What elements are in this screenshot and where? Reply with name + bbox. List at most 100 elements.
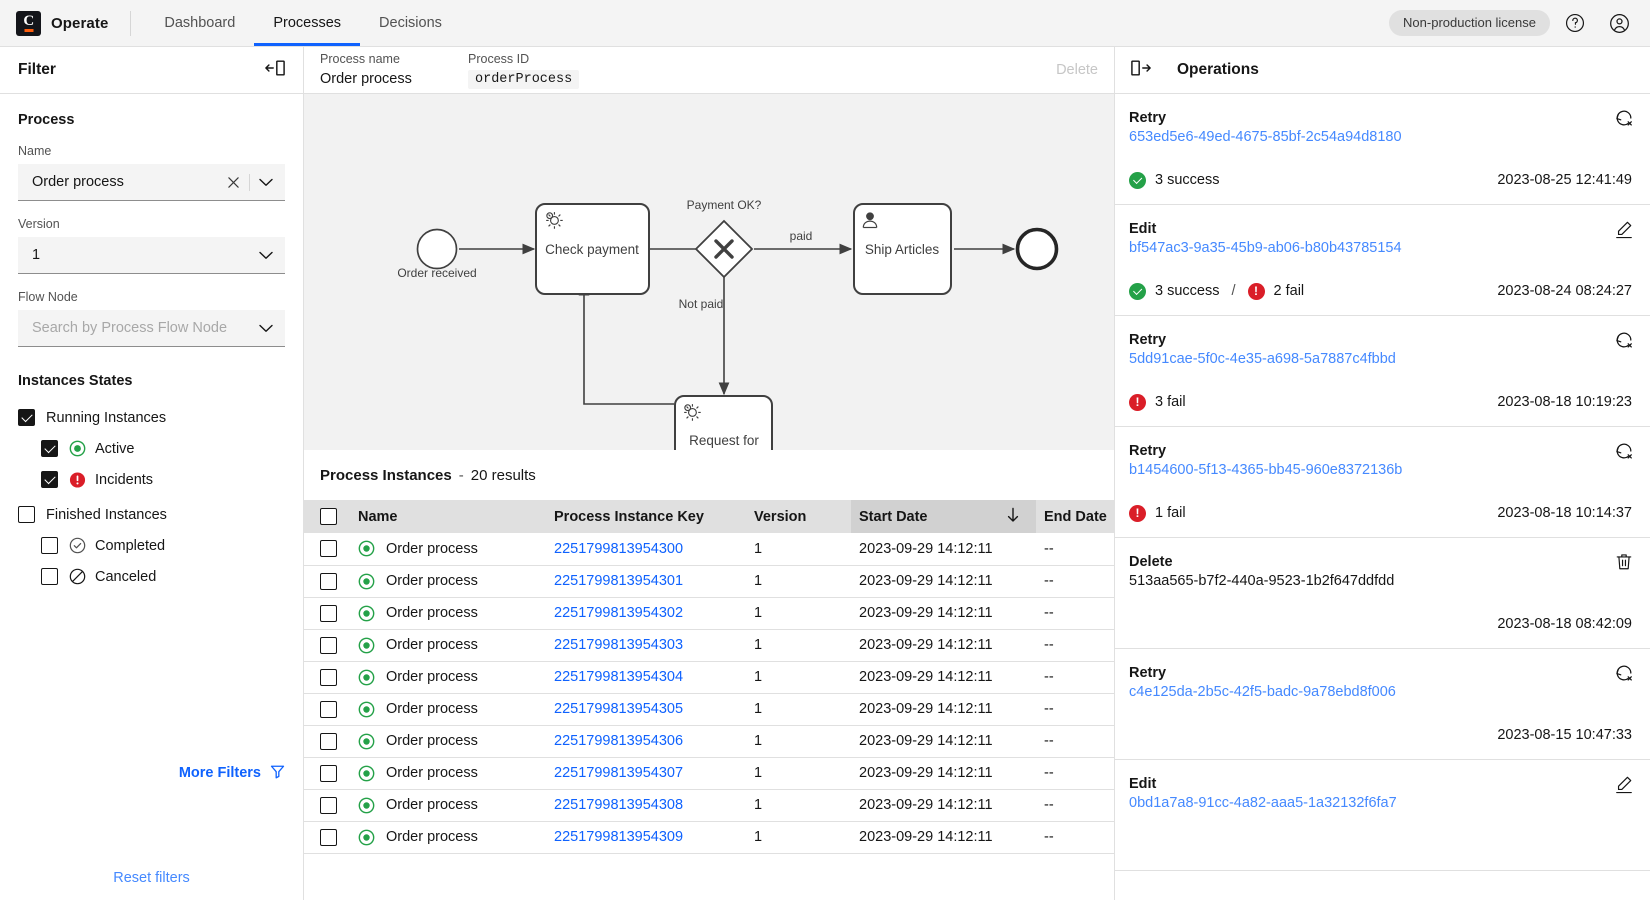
fail-label: 1 fail — [1155, 505, 1186, 521]
process-instance-key-link[interactable]: 2251799813954300 — [554, 541, 683, 557]
nav-item-decisions[interactable]: Decisions — [360, 0, 461, 46]
table-row[interactable]: Order process225179981395430712023-09-29… — [304, 757, 1114, 789]
edit-icon[interactable] — [1614, 219, 1634, 244]
checkbox-box[interactable] — [41, 471, 58, 488]
table-row[interactable]: Order process225179981395430812023-09-29… — [304, 789, 1114, 821]
process-instance-key-link[interactable]: 2251799813954306 — [554, 733, 683, 749]
operation-id[interactable]: c4e125da-2b5c-42f5-badc-9a78ebd8f006 — [1129, 684, 1632, 700]
cell-name: Order process — [350, 693, 546, 725]
operation-item[interactable]: Retryb1454600-5f13-4365-bb45-960e8372136… — [1115, 427, 1650, 538]
operations-list[interactable]: Retry653ed5e6-49ed-4675-85bf-2c54a94d818… — [1115, 94, 1650, 900]
row-select-cell — [304, 565, 350, 597]
clear-icon[interactable] — [222, 176, 244, 189]
delete-process-button[interactable]: Delete — [1056, 62, 1098, 78]
retry-icon[interactable] — [1614, 663, 1634, 688]
column-header-name[interactable]: Name — [350, 500, 546, 533]
operation-item[interactable]: Delete513aa565-b7f2-440a-9523-1b2f647ddf… — [1115, 538, 1650, 649]
row-checkbox[interactable] — [320, 573, 337, 590]
row-checkbox[interactable] — [320, 637, 337, 654]
row-checkbox[interactable] — [320, 765, 337, 782]
process-instance-key-link[interactable]: 2251799813954309 — [554, 829, 683, 845]
process-instance-key-link[interactable]: 2251799813954302 — [554, 605, 683, 621]
panel-collapse-icon[interactable] — [263, 58, 287, 83]
active-icon — [358, 797, 375, 814]
chevron-down-icon[interactable] — [255, 178, 277, 187]
cell-end-date: -- — [1036, 725, 1114, 757]
checkbox-incidents[interactable]: Incidents — [18, 465, 285, 494]
checkbox-box[interactable] — [41, 537, 58, 554]
operation-id[interactable]: b1454600-5f13-4365-bb45-960e8372136b — [1129, 462, 1632, 478]
row-checkbox[interactable] — [320, 540, 337, 557]
process-instance-key-link[interactable]: 2251799813954303 — [554, 637, 683, 653]
row-checkbox[interactable] — [320, 669, 337, 686]
column-header-process-instance-key[interactable]: Process Instance Key — [546, 500, 746, 533]
edit-icon[interactable] — [1614, 774, 1634, 799]
checkbox-finished-instances[interactable]: Finished Instances — [18, 500, 285, 529]
operation-item[interactable]: Editbf547ac3-9a35-45b9-ab06-b80b43785154… — [1115, 205, 1650, 316]
column-header-version[interactable]: Version — [746, 500, 851, 533]
help-icon[interactable] — [1556, 4, 1594, 42]
table-row[interactable]: Order process225179981395430912023-09-29… — [304, 821, 1114, 853]
process-instance-key-link[interactable]: 2251799813954307 — [554, 765, 683, 781]
chevron-down-icon[interactable] — [255, 324, 277, 333]
retry-icon[interactable] — [1614, 330, 1634, 355]
operation-id[interactable]: bf547ac3-9a35-45b9-ab06-b80b43785154 — [1129, 240, 1632, 256]
row-checkbox[interactable] — [320, 733, 337, 750]
chevron-down-icon[interactable] — [255, 251, 277, 260]
row-checkbox[interactable] — [320, 605, 337, 622]
active-icon — [358, 637, 375, 654]
checkbox-running-instances[interactable]: Running Instances — [18, 403, 285, 432]
panel-expand-icon[interactable] — [1129, 58, 1153, 83]
select-all-checkbox[interactable] — [320, 508, 337, 525]
operation-item[interactable]: Edit0bd1a7a8-91cc-4a82-aaa5-1a32132f6fa7 — [1115, 760, 1650, 871]
bpmn-canvas[interactable]: Order received Check payment Payment O — [304, 94, 1114, 450]
row-name-label: Order process — [386, 829, 478, 845]
operation-item[interactable]: Retry653ed5e6-49ed-4675-85bf-2c54a94d818… — [1115, 94, 1650, 205]
checkbox-box[interactable] — [41, 440, 58, 457]
flow-node-combobox[interactable]: Search by Process Flow Node — [18, 310, 285, 347]
table-row[interactable]: Order process225179981395430212023-09-29… — [304, 597, 1114, 629]
checkbox-box[interactable] — [18, 409, 35, 426]
nav-item-dashboard[interactable]: Dashboard — [145, 0, 254, 46]
row-checkbox[interactable] — [320, 797, 337, 814]
cell-end-date: -- — [1036, 757, 1114, 789]
table-row[interactable]: Order process225179981395430512023-09-29… — [304, 693, 1114, 725]
operation-fail-status: !3 fail — [1129, 394, 1186, 411]
more-filters-button[interactable]: More Filters — [179, 646, 285, 900]
checkbox-completed[interactable]: Completed — [18, 531, 285, 560]
operation-item[interactable]: Retry5dd91cae-5f0c-4e35-a698-5a7887c4fbb… — [1115, 316, 1650, 427]
checkbox-box[interactable] — [18, 506, 35, 523]
row-checkbox[interactable] — [320, 701, 337, 718]
retry-icon[interactable] — [1614, 108, 1634, 133]
table-row[interactable]: Order process225179981395430312023-09-29… — [304, 629, 1114, 661]
user-avatar-icon[interactable] — [1600, 4, 1638, 42]
nav-item-processes[interactable]: Processes — [254, 0, 360, 46]
checkbox-box[interactable] — [41, 568, 58, 585]
operation-id[interactable]: 653ed5e6-49ed-4675-85bf-2c54a94d8180 — [1129, 129, 1632, 145]
table-row[interactable]: Order process225179981395430112023-09-29… — [304, 565, 1114, 597]
reset-filters-button[interactable]: Reset filters — [0, 870, 303, 886]
column-header-start-date[interactable]: Start Date — [851, 500, 1036, 533]
retry-icon[interactable] — [1614, 441, 1634, 466]
operation-item[interactable]: Retryc4e125da-2b5c-42f5-badc-9a78ebd8f00… — [1115, 649, 1650, 760]
process-instance-key-link[interactable]: 2251799813954308 — [554, 797, 683, 813]
process-instance-key-link[interactable]: 2251799813954301 — [554, 573, 683, 589]
table-row[interactable]: Order process225179981395430412023-09-29… — [304, 661, 1114, 693]
operation-id[interactable]: 5dd91cae-5f0c-4e35-a698-5a7887c4fbbd — [1129, 351, 1632, 367]
process-name-combobox[interactable]: Order process — [18, 164, 285, 201]
checkbox-canceled[interactable]: Canceled — [18, 562, 285, 591]
checkbox-active[interactable]: Active — [18, 434, 285, 463]
column-header-end-date[interactable]: End Date — [1036, 500, 1114, 533]
table-row[interactable]: Order process225179981395430612023-09-29… — [304, 725, 1114, 757]
process-name-label: Process name — [320, 51, 450, 68]
filter-body: Process Name Order process — [0, 94, 303, 900]
brand[interactable]: C Operate — [16, 11, 130, 36]
row-checkbox[interactable] — [320, 829, 337, 846]
brand-name: Operate — [51, 15, 108, 32]
table-row[interactable]: Order process225179981395430012023-09-29… — [304, 533, 1114, 565]
version-combobox[interactable]: 1 — [18, 237, 285, 274]
process-instance-key-link[interactable]: 2251799813954305 — [554, 701, 683, 717]
operation-id[interactable]: 0bd1a7a8-91cc-4a82-aaa5-1a32132f6fa7 — [1129, 795, 1632, 811]
process-instance-key-link[interactable]: 2251799813954304 — [554, 669, 683, 685]
trash-icon[interactable] — [1614, 552, 1634, 577]
